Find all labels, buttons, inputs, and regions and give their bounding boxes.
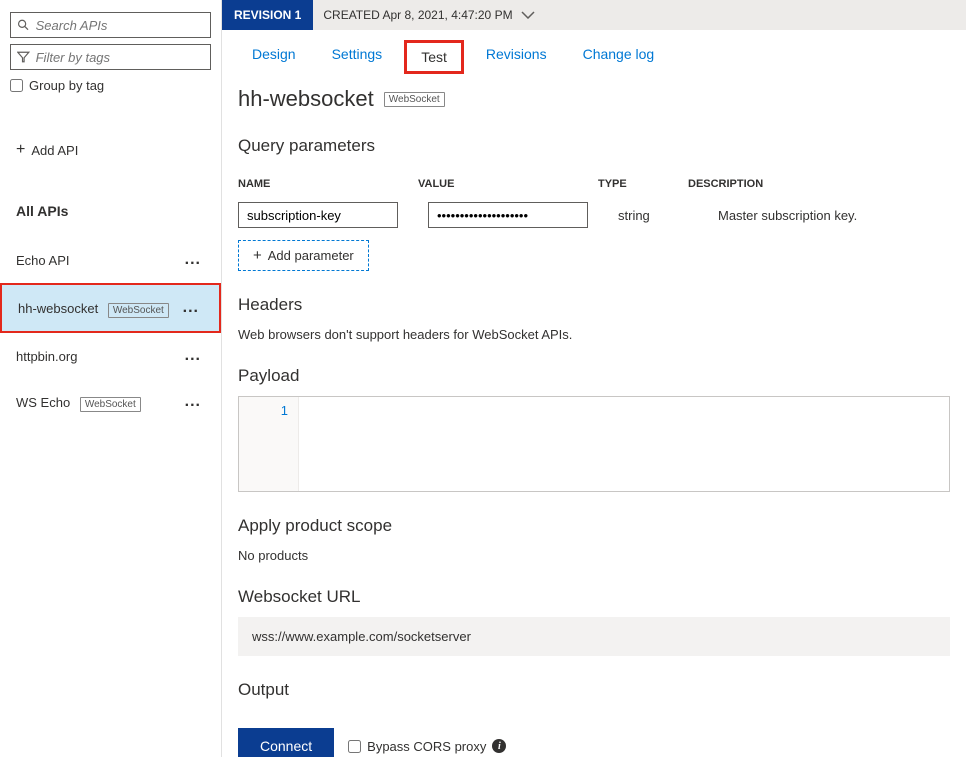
more-icon[interactable]: ... [183, 299, 199, 317]
api-list: Echo API ... hh-websocket WebSocket ... … [10, 237, 211, 425]
payload-editor[interactable]: 1 [238, 396, 950, 492]
more-icon[interactable]: ... [185, 347, 201, 365]
tab-changelog[interactable]: Change log [569, 40, 669, 74]
search-apis-box[interactable] [10, 12, 211, 38]
created-text: CREATED Apr 8, 2021, 4:47:20 PM [323, 8, 512, 22]
content: hh-websocket WebSocket Query parameters … [222, 74, 966, 757]
more-icon[interactable]: ... [185, 251, 201, 269]
filter-icon [17, 50, 30, 64]
param-description: Master subscription key. [718, 208, 950, 223]
add-api-button[interactable]: + Add API [10, 133, 211, 167]
col-type: TYPE [598, 178, 688, 190]
api-item-ws-echo[interactable]: WS Echo WebSocket ... [10, 379, 211, 425]
add-param-label: Add parameter [268, 248, 354, 263]
websocket-url-value: wss://www.example.com/socketserver [238, 617, 950, 656]
product-scope-text: No products [238, 548, 950, 563]
tab-design[interactable]: Design [238, 40, 310, 74]
topbar: REVISION 1 CREATED Apr 8, 2021, 4:47:20 … [222, 0, 966, 30]
group-by-tag-checkbox[interactable]: Group by tag [10, 78, 211, 93]
tab-settings[interactable]: Settings [318, 40, 397, 74]
websocket-badge: WebSocket [80, 397, 141, 412]
page-title: hh-websocket WebSocket [238, 86, 950, 112]
payload-content[interactable] [299, 397, 949, 491]
filter-tags-box[interactable] [10, 44, 211, 70]
chevron-down-icon [521, 11, 535, 19]
api-item-httpbin[interactable]: httpbin.org ... [10, 333, 211, 379]
bypass-label: Bypass CORS proxy [367, 739, 486, 754]
headers-info: Web browsers don't support headers for W… [238, 327, 950, 342]
connect-row: Connect Bypass CORS proxy i [238, 728, 950, 757]
col-name: NAME [238, 178, 418, 190]
add-parameter-button[interactable]: + Add parameter [238, 240, 369, 271]
api-item-echo[interactable]: Echo API ... [10, 237, 211, 283]
plus-icon: + [16, 141, 25, 159]
param-name-input[interactable] [238, 202, 398, 228]
bypass-checkbox-input[interactable] [348, 740, 361, 753]
revision-badge[interactable]: REVISION 1 [222, 0, 313, 30]
group-by-label: Group by tag [29, 78, 104, 93]
tab-revisions[interactable]: Revisions [472, 40, 561, 74]
col-value: VALUE [418, 178, 598, 190]
col-description: DESCRIPTION [688, 178, 950, 190]
group-by-tag-input[interactable] [10, 79, 23, 92]
info-icon[interactable]: i [492, 739, 506, 753]
bypass-cors-checkbox[interactable]: Bypass CORS proxy i [348, 739, 506, 754]
api-item-name: Echo API [16, 253, 69, 268]
table-row: string Master subscription key. [238, 198, 950, 232]
query-params-heading: Query parameters [238, 136, 950, 156]
main-panel: REVISION 1 CREATED Apr 8, 2021, 4:47:20 … [222, 0, 966, 757]
api-item-name: WS Echo [16, 395, 70, 410]
sidebar: Group by tag + Add API All APIs Echo API… [0, 0, 222, 757]
product-scope-heading: Apply product scope [238, 516, 950, 536]
api-item-hh-websocket[interactable]: hh-websocket WebSocket ... [0, 283, 221, 333]
api-item-name: httpbin.org [16, 349, 77, 364]
search-icon [17, 18, 30, 32]
search-input[interactable] [36, 18, 204, 33]
filter-input[interactable] [36, 50, 204, 65]
param-type: string [618, 208, 708, 223]
api-item-name: hh-websocket [18, 301, 98, 316]
headers-heading: Headers [238, 295, 950, 315]
connect-button[interactable]: Connect [238, 728, 334, 757]
websocket-url-heading: Websocket URL [238, 587, 950, 607]
revision-dropdown[interactable] [521, 8, 535, 22]
payload-heading: Payload [238, 366, 950, 386]
websocket-badge: WebSocket [384, 92, 445, 107]
all-apis-heading[interactable]: All APIs [10, 195, 211, 227]
more-icon[interactable]: ... [185, 393, 201, 411]
page-title-text: hh-websocket [238, 86, 374, 112]
query-params-table: NAME VALUE TYPE DESCRIPTION string Maste… [238, 170, 950, 271]
table-header: NAME VALUE TYPE DESCRIPTION [238, 170, 950, 198]
payload-line-number: 1 [239, 397, 299, 491]
output-heading: Output [238, 680, 950, 700]
add-api-label: Add API [31, 143, 78, 158]
tab-test[interactable]: Test [404, 40, 464, 74]
param-value-input[interactable] [428, 202, 588, 228]
websocket-badge: WebSocket [108, 303, 169, 318]
plus-icon: + [253, 247, 262, 264]
tabs: Design Settings Test Revisions Change lo… [222, 30, 966, 74]
